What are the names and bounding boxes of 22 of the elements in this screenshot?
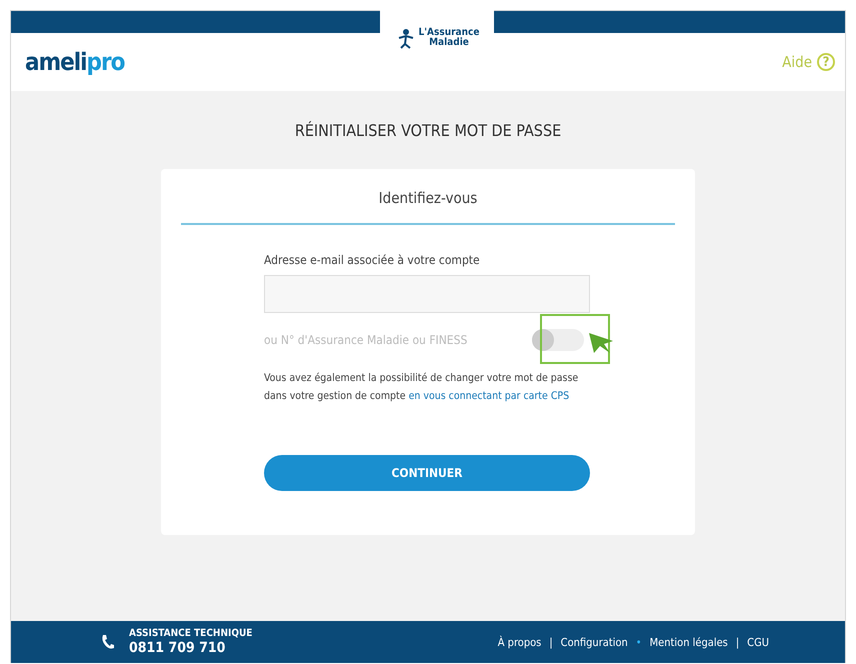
cursor-icon bbox=[588, 332, 614, 354]
info-text: Vous avez également la possibilité de changer votre mot de passe dans votre gestion de compte en vous connectant par carte CPS bbox=[264, 371, 580, 404]
footer-link[interactable]: Mention légales bbox=[650, 636, 728, 648]
support-title: ASSISTANCE TECHNIQUE bbox=[129, 628, 252, 640]
cps-link[interactable]: en vous connectant par carte CPS bbox=[408, 390, 570, 402]
email-field[interactable] bbox=[264, 275, 590, 313]
email-label: Adresse e-mail associée à votre compte bbox=[264, 253, 481, 267]
phone-icon bbox=[101, 634, 115, 650]
continue-button[interactable]: CONTINUER bbox=[264, 455, 590, 491]
footer-link[interactable]: À propos bbox=[498, 636, 542, 648]
help-icon: ? bbox=[817, 53, 835, 71]
card-title: Identifiez-vous bbox=[181, 189, 675, 225]
page-title: RÉINITIALISER VOTRE MOT DE PASSE bbox=[294, 121, 562, 140]
footer-link[interactable]: Configuration bbox=[560, 636, 628, 648]
toggle-switch[interactable] bbox=[532, 329, 584, 351]
support-phone: 0811 709 710 bbox=[129, 640, 226, 656]
amelipro-logo[interactable]: amelipro bbox=[25, 48, 124, 76]
alt-id-label: ou N° d'Assurance Maladie ou FINESS bbox=[264, 333, 468, 347]
footer-link[interactable]: CGU bbox=[747, 636, 769, 648]
separator: | bbox=[549, 636, 553, 648]
separator: | bbox=[736, 636, 740, 648]
separator: • bbox=[636, 636, 642, 648]
